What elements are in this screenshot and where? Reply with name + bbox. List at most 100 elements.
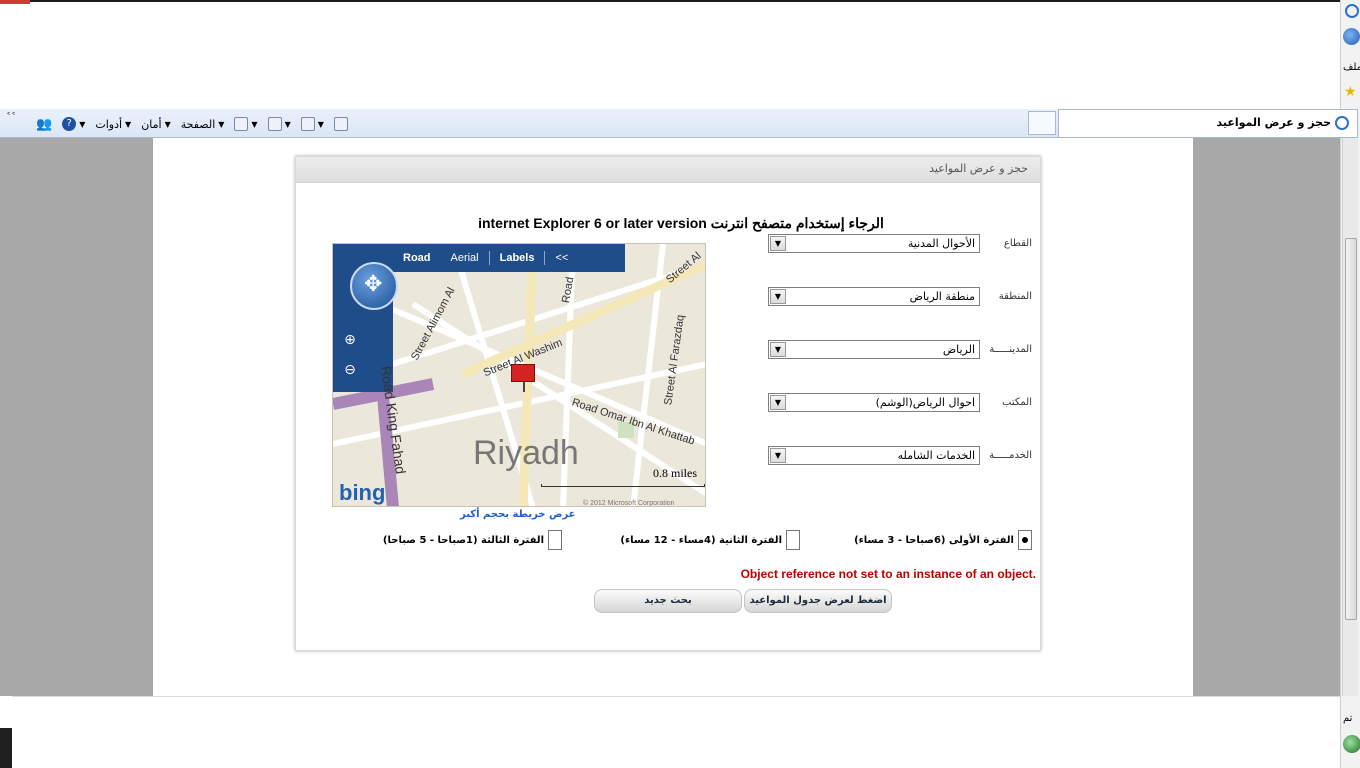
map-copyright: © 2012 Microsoft Corporation xyxy=(583,500,675,507)
city-row: المدينـــــة الرياض ▼ xyxy=(768,339,1038,359)
bing-logo: bing xyxy=(339,480,386,505)
map-scale-bar xyxy=(541,484,705,487)
period-2-option[interactable]: الفترة الثانية (4مساء - 12 مساء) xyxy=(620,530,800,550)
tab-bar: 👥 ? ▼ أدوات ▼ أمان ▼ الصفحة ▼ ▼ ▼ ▼ حجز و عر… xyxy=(0,109,1358,138)
tab-active[interactable]: حجز و عرض المواعيد xyxy=(1058,109,1358,137)
city-label: المدينـــــة xyxy=(989,343,1032,355)
feeds-command[interactable]: ▼ xyxy=(300,117,324,131)
period-1-radio[interactable] xyxy=(1018,530,1032,550)
page-body: حجز و عرض المواعيد الرجاء إستخدام متصفح … xyxy=(153,138,1193,696)
map-city-label: Riyadh xyxy=(473,434,579,472)
zoom-out-icon[interactable]: ⊖ xyxy=(341,362,359,380)
service-row: الخدمـــــة الخدمات الشامله ▼ xyxy=(768,445,1038,465)
chevron-down-icon: ▼ xyxy=(79,119,86,129)
ie-page-icon xyxy=(1335,116,1349,130)
map-mode-aerial[interactable]: Aerial xyxy=(441,252,489,264)
tools-command[interactable]: أدوات ▼ xyxy=(95,118,131,131)
page-command[interactable]: الصفحة ▼ xyxy=(181,118,225,131)
map-mode-labels[interactable]: Labels xyxy=(490,252,545,264)
people-icon: 👥 xyxy=(36,116,53,132)
period-3-label: الفترة الثالثة (1صباحا - 5 صباحا) xyxy=(382,534,544,546)
taskbar-edge xyxy=(0,728,12,768)
city-value: الرياض xyxy=(942,342,976,356)
chevron-down-icon: ▼ xyxy=(125,119,132,129)
home-command[interactable] xyxy=(333,117,348,131)
period-1-option[interactable]: الفترة الأولى (6صباحا - 3 مساء) xyxy=(854,530,1032,550)
ie-logo-icon xyxy=(1345,4,1359,18)
map-pan-compass-icon[interactable] xyxy=(350,262,398,310)
content-area: حجز و عرض المواعيد الرجاء إستخدام متصفح … xyxy=(0,138,1340,696)
period-1-label: الفترة الأولى (6صباحا - 3 مساء) xyxy=(854,534,1014,546)
back-arrow-icon[interactable] xyxy=(1343,28,1360,45)
period-3-radio[interactable] xyxy=(548,530,562,550)
period-2-radio[interactable] xyxy=(786,530,800,550)
region-label: المنطقة xyxy=(998,290,1032,302)
new-search-button[interactable]: بحث جديد xyxy=(594,589,742,613)
dropdown-arrow-icon[interactable]: ▼ xyxy=(770,235,786,251)
safety-command[interactable]: أمان ▼ xyxy=(141,118,171,131)
start-orb-icon[interactable] xyxy=(1343,735,1360,753)
map-scale-label: 0.8 miles xyxy=(653,466,697,480)
favorites-star-icon[interactable]: ★ xyxy=(1344,84,1357,100)
new-tab-button[interactable] xyxy=(1028,111,1056,135)
vertical-scrollbar[interactable] xyxy=(1342,138,1358,696)
dropdown-arrow-icon[interactable]: ▼ xyxy=(770,447,786,463)
scrollbar-thumb[interactable] xyxy=(1345,238,1357,620)
office-row: المكتب احوال الرياض(الوشم) ▼ xyxy=(768,392,1038,412)
sector-label: القطاع xyxy=(1003,237,1032,249)
mail-icon xyxy=(267,117,282,131)
show-schedule-button[interactable]: اضغط لعرض جدول المواعيد xyxy=(744,589,892,613)
error-message: Object reference not set to an instance … xyxy=(740,567,1036,581)
sector-select[interactable]: الأحوال المدنية ▼ xyxy=(768,233,981,253)
period-3-option[interactable]: الفترة الثالثة (1صباحا - 5 صباحا) xyxy=(382,530,562,550)
browser-notice: الرجاء إستخدام متصفح انترنت internet Exp… xyxy=(478,215,884,231)
service-value: الخدمات الشامله xyxy=(897,448,976,462)
help-icon: ? xyxy=(62,117,77,131)
sector-row: القطاع الأحوال المدنية ▼ xyxy=(768,233,1038,253)
mail-command[interactable]: ▼ xyxy=(267,117,291,131)
bigger-map-link[interactable]: عرض خريطة بحجم أكبر xyxy=(460,509,576,520)
dropdown-arrow-icon[interactable]: ▼ xyxy=(770,288,786,304)
map-view[interactable]: ⊕ ⊖ Road Aerial Labels << Street Alimom … xyxy=(332,243,706,507)
chevron-down-icon: ▼ xyxy=(284,119,291,129)
browser-blank-area xyxy=(0,2,1340,110)
print-command[interactable]: ▼ xyxy=(234,117,258,131)
sector-value: الأحوال المدنية xyxy=(907,236,976,250)
office-value: احوال الرياض(الوشم) xyxy=(875,395,976,409)
location-pin-icon[interactable] xyxy=(511,364,535,392)
tab-title: حجز و عرض المواعيد xyxy=(1216,116,1331,129)
panel-title: حجز و عرض المواعيد xyxy=(296,157,1040,183)
chevron-down-icon: ▼ xyxy=(251,119,258,129)
map-mode-bar: Road Aerial Labels << xyxy=(393,244,625,272)
period-2-label: الفترة الثانية (4مساء - 12 مساء) xyxy=(620,534,782,546)
dropdown-arrow-icon[interactable]: ▼ xyxy=(770,394,786,410)
toolbar-overflow-icon[interactable]: ˂˂ xyxy=(6,112,16,123)
help-command[interactable]: ? ▼ xyxy=(62,117,85,131)
tools-label: أدوات xyxy=(95,117,123,131)
city-select[interactable]: الرياض ▼ xyxy=(768,339,981,359)
chevron-down-icon: ▼ xyxy=(218,119,225,129)
page-label: الصفحة xyxy=(180,117,216,131)
booking-panel: حجز و عرض المواعيد الرجاء إستخدام متصفح … xyxy=(295,156,1041,651)
command-bar: 👥 ? ▼ أدوات ▼ أمان ▼ الصفحة ▼ ▼ ▼ ▼ xyxy=(36,113,348,135)
chevron-down-icon: ▼ xyxy=(317,119,324,129)
home-icon xyxy=(333,117,348,131)
region-row: المنطقة منطقة الرياض ▼ xyxy=(768,286,1038,306)
status-done-label: تم xyxy=(1343,713,1353,724)
map-mode-road[interactable]: Road xyxy=(393,252,441,264)
service-select[interactable]: الخدمات الشامله ▼ xyxy=(768,445,981,465)
status-area xyxy=(12,696,1340,768)
service-label: الخدمـــــة xyxy=(989,449,1032,461)
rss-icon xyxy=(300,117,315,131)
feedback-command[interactable]: 👥 xyxy=(36,117,52,132)
office-select[interactable]: احوال الرياض(الوشم) ▼ xyxy=(768,392,981,412)
print-icon xyxy=(234,117,249,131)
window-corner-accent xyxy=(0,0,30,4)
map-collapse-button[interactable]: << xyxy=(545,252,578,264)
dropdown-arrow-icon[interactable]: ▼ xyxy=(770,341,786,357)
region-value: منطقة الرياض xyxy=(909,289,976,303)
file-menu-label[interactable]: ملف xyxy=(1343,62,1360,73)
zoom-in-icon[interactable]: ⊕ xyxy=(341,332,359,350)
region-select[interactable]: منطقة الرياض ▼ xyxy=(768,286,981,306)
safety-label: أمان xyxy=(141,117,162,131)
